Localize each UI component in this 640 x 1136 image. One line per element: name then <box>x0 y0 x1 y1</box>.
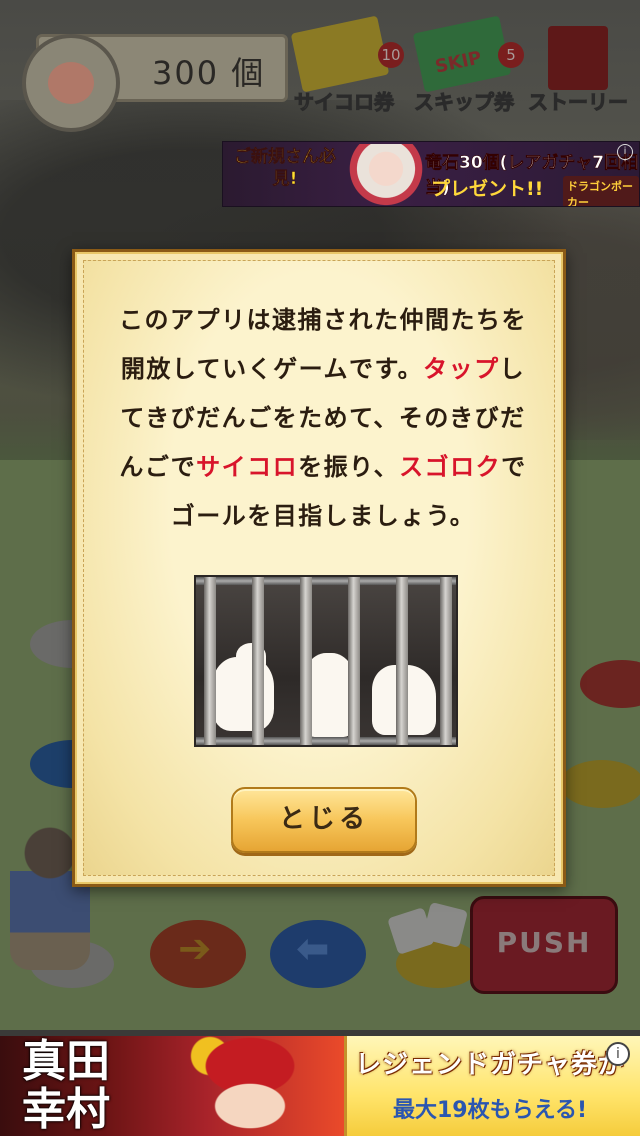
board-tile <box>580 660 640 708</box>
skip-ticket-label[interactable]: スキップ券 <box>414 86 515 115</box>
push-button[interactable]: PUSH <box>470 896 618 994</box>
tutorial-text: このアプリは逮捕された仲間たちを開放していくゲームです。タップしてきびだんごをた… <box>111 296 535 541</box>
close-button[interactable]: とじる <box>231 787 417 853</box>
ad-title-kanji: 真田幸村 <box>22 1036 110 1135</box>
cage-rail <box>196 577 456 585</box>
kibidango-icon <box>22 34 120 132</box>
story-label[interactable]: ストーリー <box>528 86 629 115</box>
arrow-right-icon: ➔ <box>178 926 212 972</box>
cage-bar <box>396 577 408 745</box>
cage-illustration <box>194 575 458 747</box>
dice-icon <box>387 901 472 962</box>
dice-ticket-label[interactable]: サイコロ券 <box>294 86 395 115</box>
dice-ticket-count-badge: 10 <box>378 42 404 68</box>
story-book-icon[interactable] <box>548 26 608 90</box>
tutorial-dialog: このアプリは逮捕された仲間たちを開放していくゲームです。タップしてきびだんごをた… <box>72 249 566 887</box>
cage-bar <box>204 577 216 745</box>
keyword-sugoroku: スゴロク <box>399 453 502 481</box>
keyword-tap: タップ <box>423 355 500 383</box>
info-icon[interactable]: i <box>617 144 633 160</box>
skip-ticket-count-badge: 5 <box>498 42 524 68</box>
cage-bar <box>300 577 312 745</box>
ad-gacha-headline: レジェンドガチャ券が <box>355 1050 625 1080</box>
keyword-dice: サイコロ <box>196 453 299 481</box>
ad-warrior-image <box>140 1036 340 1136</box>
bottom-ad-banner[interactable]: 真田幸村 レジェンドガチャ券が 最大19枚もらえる! i <box>0 1036 640 1136</box>
cage-bar <box>440 577 452 745</box>
ad-new-user-text: ご新規さん必見! <box>234 147 337 190</box>
ad-logo: ドラゴンポーカー <box>563 176 639 206</box>
cage-bar <box>348 577 360 745</box>
ad-gacha-subline: 最大19枚もらえる! <box>393 1098 587 1123</box>
tutorial-text-roll: を振り、 <box>298 453 400 481</box>
ad-present-text: プレゼント!! <box>431 178 544 200</box>
info-icon[interactable]: i <box>606 1042 630 1066</box>
cage-rail <box>196 737 456 745</box>
dice-ticket-icon[interactable] <box>290 15 390 93</box>
board-tile <box>560 760 640 808</box>
dango-count: 300 個 <box>152 54 266 92</box>
top-ad-banner[interactable]: ご新規さん必見! 竜石30個(レアガチャ7回相当) プレゼント!! ドラゴンポー… <box>222 141 640 207</box>
arrow-left-icon: ⬅ <box>296 926 330 972</box>
ad-character-image <box>339 144 433 206</box>
top-hud: 300 個 10 サイコロ券 SKIP 5 スキップ券 ストーリー <box>0 0 640 132</box>
cage-bar <box>252 577 264 745</box>
